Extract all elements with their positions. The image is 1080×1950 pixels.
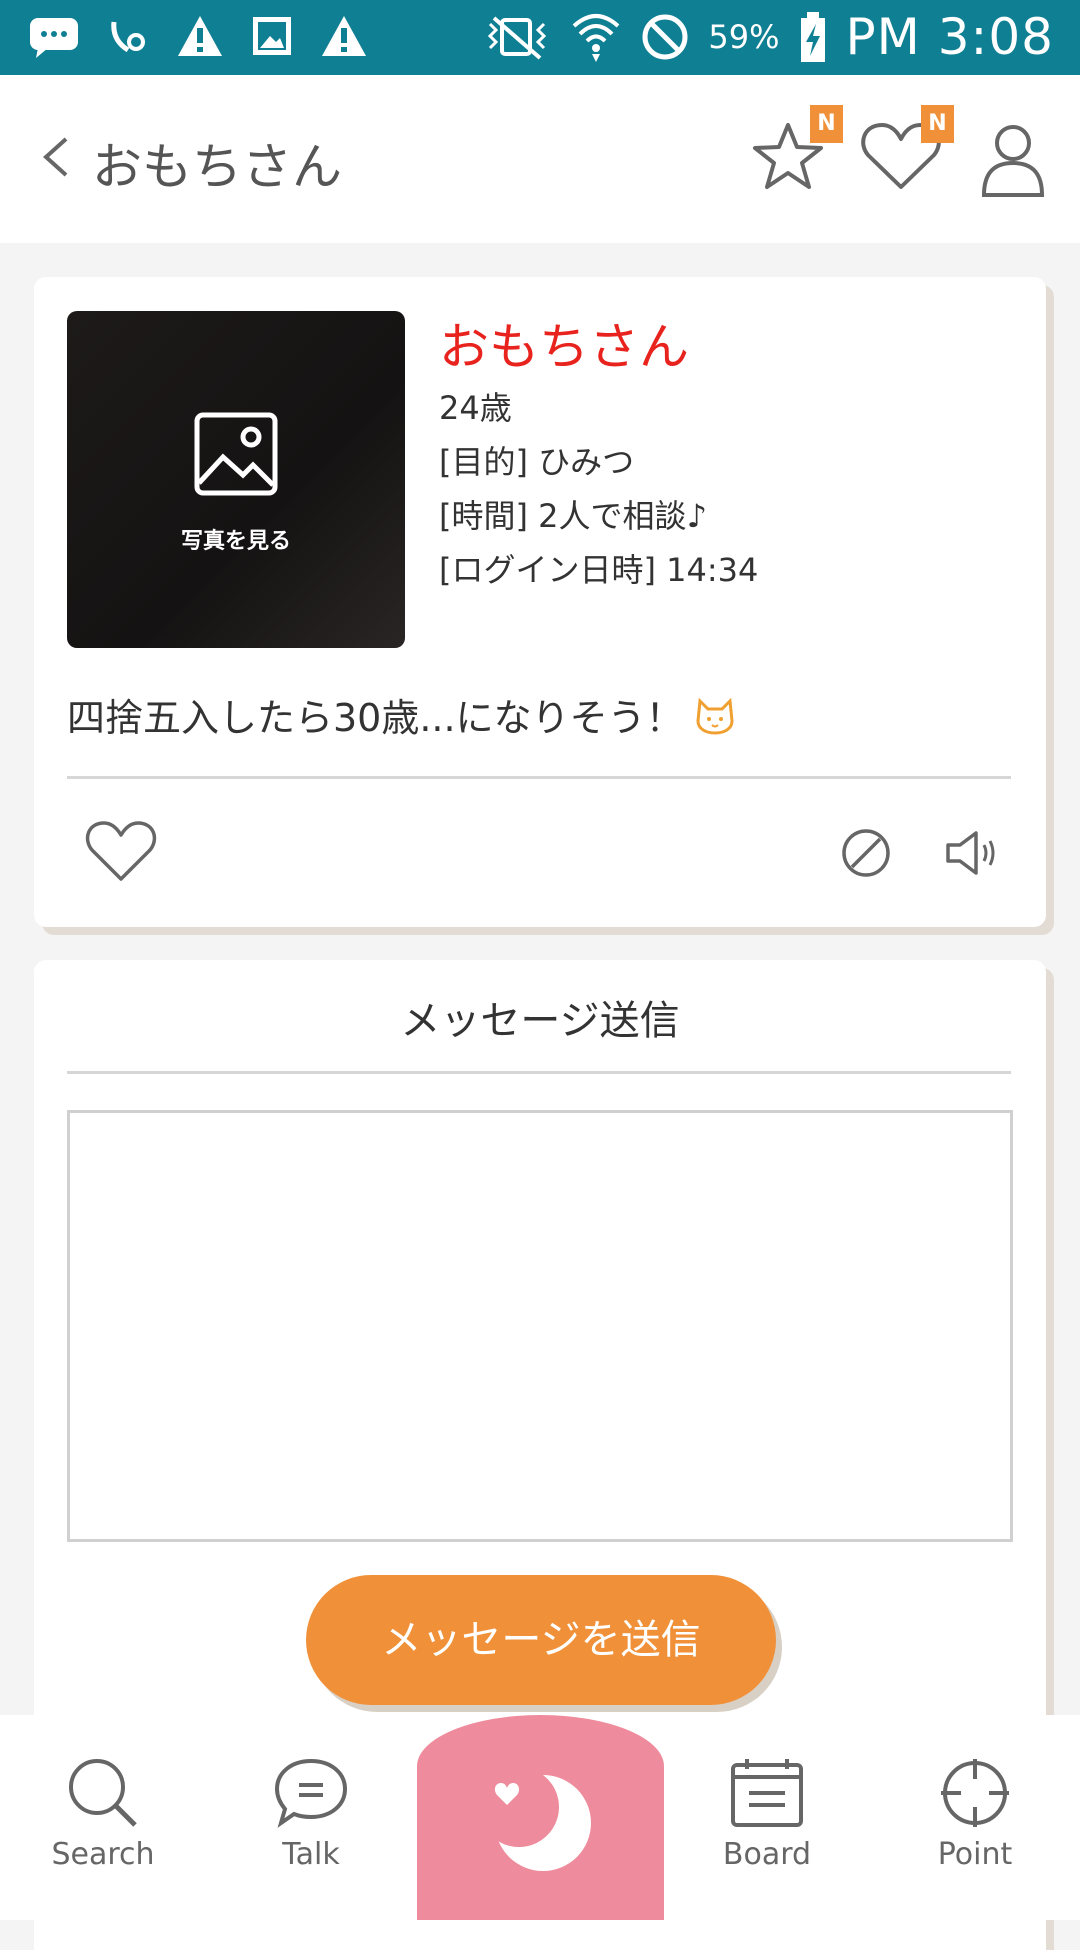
- clock: PM 3:08: [845, 8, 1054, 66]
- back-button[interactable]: [38, 127, 74, 187]
- profile-login: [ログイン日時] 14:34: [439, 551, 759, 589]
- profile-card: 写真を見る おもちさん 24歳 [目的] ひみつ [時間] 2人で相談♪ [ログ…: [34, 277, 1046, 927]
- nav-search[interactable]: Search: [28, 1755, 178, 1872]
- profile-purpose: [目的] ひみつ: [439, 443, 635, 481]
- image-icon: [250, 14, 294, 58]
- report-megaphone-icon[interactable]: [942, 827, 1002, 879]
- nav-search-label: Search: [51, 1837, 155, 1872]
- heart-new-badge: N: [921, 105, 954, 143]
- app-header: おもちさん N N: [0, 75, 1080, 243]
- profile-bio: 四捨五入したら30歳...になりそう！: [67, 696, 684, 740]
- moon-heart-icon: [485, 1767, 591, 1871]
- nav-point-label: Point: [937, 1837, 1013, 1872]
- divider: [67, 776, 1011, 779]
- nav-board[interactable]: Board: [692, 1755, 842, 1872]
- status-bar: 59% PM 3:08: [0, 0, 1080, 75]
- send-message-button[interactable]: メッセージを送信: [306, 1575, 776, 1705]
- warning-icon: [176, 14, 224, 58]
- nav-board-label: Board: [722, 1837, 812, 1872]
- block-button[interactable]: [840, 827, 892, 879]
- call-settings-icon: [106, 14, 150, 58]
- like-heart-button[interactable]: [84, 817, 158, 885]
- profile-icon[interactable]: [978, 119, 1048, 199]
- profile-bio-row: 四捨五入したら30歳...になりそう！: [67, 687, 736, 742]
- battery-charging-icon: [798, 10, 828, 64]
- profile-time: [時間] 2人で相談♪: [439, 497, 707, 535]
- message-icon: [28, 14, 80, 58]
- home-center-button[interactable]: [417, 1715, 664, 1920]
- image-icon: [194, 412, 278, 496]
- profile-age: 24歳: [439, 389, 512, 427]
- profile-photo[interactable]: 写真を見る: [67, 311, 405, 648]
- nav-point[interactable]: Point: [900, 1755, 1050, 1872]
- vibrate-mute-icon: [482, 12, 552, 62]
- message-textarea[interactable]: [67, 1110, 1013, 1542]
- block-icon: [640, 12, 690, 62]
- wifi-icon: [570, 10, 622, 64]
- view-photo-label: 写真を見る: [180, 529, 291, 554]
- nav-talk[interactable]: Talk: [236, 1755, 386, 1872]
- nav-talk-label: Talk: [282, 1837, 340, 1872]
- star-new-badge: N: [810, 105, 843, 143]
- profile-name: おもちさん: [439, 318, 689, 376]
- message-section-title: メッセージ送信: [400, 998, 680, 1044]
- battery-percent: 59%: [708, 18, 780, 56]
- warning-icon: [320, 14, 368, 58]
- divider: [67, 1071, 1011, 1074]
- page-title: おもちさん: [92, 138, 342, 196]
- cat-face-icon: [694, 695, 736, 735]
